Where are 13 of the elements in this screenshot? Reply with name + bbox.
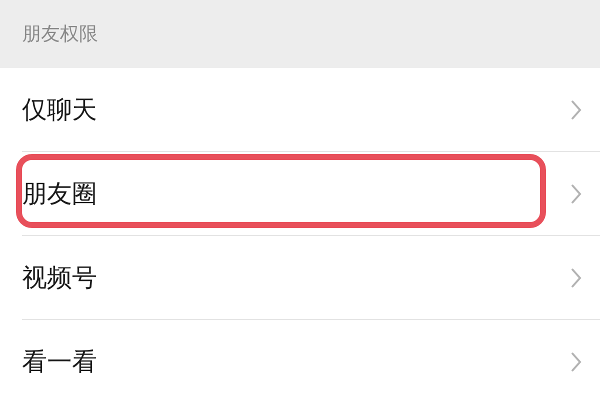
settings-row[interactable]: 仅聊天 — [0, 68, 600, 152]
row-label: 朋友圈 — [22, 178, 98, 210]
row-label: 视频号 — [22, 262, 98, 294]
chevron-icon — [570, 183, 582, 205]
section-title: 朋友权限 — [22, 22, 98, 47]
settings-row[interactable]: 视频号 — [0, 236, 600, 320]
row-label: 仅聊天 — [22, 94, 98, 126]
chevron-icon — [570, 351, 582, 373]
settings-row[interactable]: 朋友圈 — [0, 152, 600, 236]
chevron-icon — [570, 99, 582, 121]
chevron-icon — [570, 267, 582, 289]
settings-row[interactable]: 看一看 — [0, 320, 600, 404]
row-label: 看一看 — [22, 346, 98, 378]
